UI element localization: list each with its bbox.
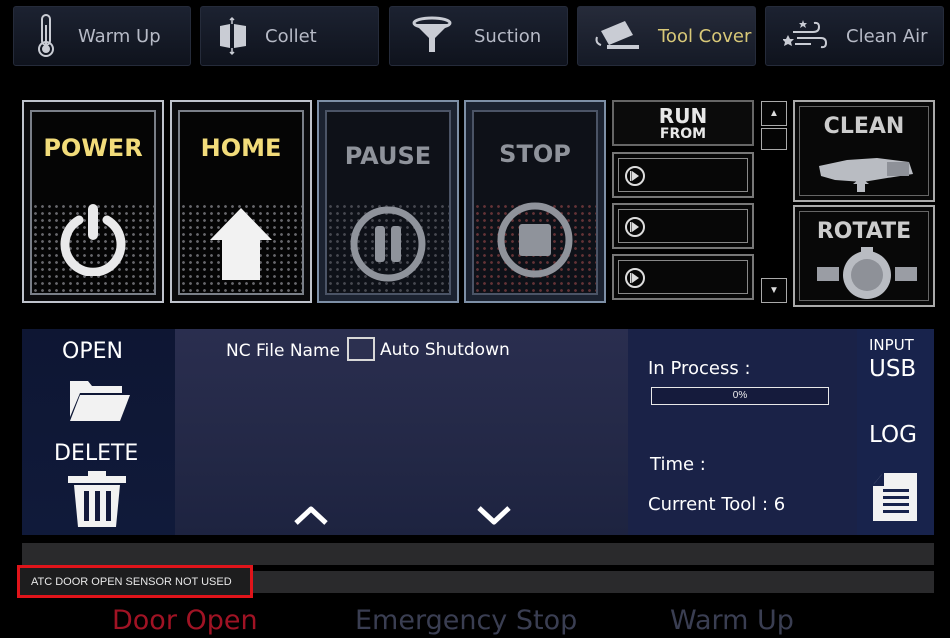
run-from-slot-1[interactable] bbox=[612, 152, 754, 198]
clean-button-label: CLEAN bbox=[823, 114, 905, 139]
scroll-up-button[interactable]: ▲ bbox=[761, 101, 787, 126]
play-circle-icon bbox=[625, 166, 645, 186]
power-icon bbox=[32, 200, 154, 276]
collet-icon bbox=[201, 6, 265, 66]
rotate-button[interactable]: ROTATE bbox=[793, 205, 935, 307]
rotate-button-label: ROTATE bbox=[816, 219, 912, 244]
time-label: Time : bbox=[650, 454, 706, 475]
stop-button[interactable]: STOP bbox=[464, 100, 606, 303]
file-actions: OPEN DELETE bbox=[22, 329, 175, 535]
tab-tool-cover[interactable]: Tool Cover bbox=[577, 6, 756, 66]
delete-button[interactable]: DELETE bbox=[54, 441, 138, 466]
auto-shutdown-label: Auto Shutdown bbox=[380, 340, 510, 360]
tool-cover-icon bbox=[578, 6, 658, 66]
scroll-down-button[interactable]: ▼ bbox=[761, 278, 787, 303]
run-from-slot-3[interactable] bbox=[612, 254, 754, 300]
stop-button-label: STOP bbox=[499, 140, 571, 168]
tab-collet-label: Collet bbox=[265, 25, 317, 47]
home-button-label: HOME bbox=[200, 134, 282, 162]
progress-bar: 0% bbox=[651, 387, 829, 405]
trash-icon[interactable] bbox=[68, 471, 126, 527]
play-circle-icon bbox=[625, 217, 645, 237]
auto-shutdown-checkbox[interactable] bbox=[347, 337, 375, 361]
chevron-down-icon[interactable] bbox=[476, 505, 512, 525]
tab-clean-air-label: Clean Air bbox=[846, 25, 928, 47]
open-button[interactable]: OPEN bbox=[62, 339, 123, 364]
chevron-up-icon[interactable] bbox=[293, 505, 329, 525]
clean-air-icon bbox=[766, 6, 846, 66]
tab-warm-up[interactable]: Warm Up bbox=[13, 6, 191, 66]
input-label: INPUT bbox=[869, 336, 914, 354]
tab-clean-air[interactable]: Clean Air bbox=[765, 6, 944, 66]
progress-text: 0% bbox=[732, 390, 748, 401]
tab-warm-up-label: Warm Up bbox=[78, 25, 161, 47]
status-emergency-stop: Emergency Stop bbox=[355, 605, 578, 636]
play-circle-icon bbox=[625, 268, 645, 288]
alert-message: ATC DOOR OPEN SENSOR NOT USED bbox=[17, 565, 253, 598]
document-icon[interactable] bbox=[871, 471, 919, 523]
io-actions: INPUT USB LOG bbox=[857, 329, 934, 535]
tab-collet[interactable]: Collet bbox=[200, 6, 379, 66]
funnel-icon bbox=[390, 6, 474, 66]
process-info: In Process : 0% Time : Current Tool : 6 bbox=[628, 329, 857, 535]
tab-suction[interactable]: Suction bbox=[389, 6, 568, 66]
log-button[interactable]: LOG bbox=[869, 422, 917, 448]
tab-tool-cover-label: Tool Cover bbox=[658, 25, 752, 47]
status-warm-up: Warm Up bbox=[670, 605, 794, 636]
alert-message-text: ATC DOOR OPEN SENSOR NOT USED bbox=[31, 576, 232, 588]
pause-button-label: PAUSE bbox=[344, 142, 432, 170]
power-button-label: POWER bbox=[43, 134, 143, 162]
status-door-open: Door Open bbox=[112, 605, 258, 636]
nc-file-name-label: NC File Name bbox=[226, 341, 340, 361]
message-bar-1 bbox=[22, 543, 934, 565]
in-process-label: In Process : bbox=[648, 358, 751, 379]
usb-button[interactable]: USB bbox=[869, 356, 916, 382]
nc-file-list[interactable]: NC File Name Auto Shutdown bbox=[175, 329, 628, 535]
rotate-spindle-icon bbox=[817, 247, 917, 299]
home-button[interactable]: HOME bbox=[170, 100, 312, 303]
clean-spindle-icon bbox=[819, 158, 913, 192]
current-tool-label: Current Tool : 6 bbox=[648, 494, 786, 515]
run-from-slot-2[interactable] bbox=[612, 203, 754, 249]
folder-open-icon[interactable] bbox=[68, 377, 130, 423]
clean-button[interactable]: CLEAN bbox=[793, 100, 935, 202]
home-icon bbox=[180, 204, 302, 284]
thermometer-icon bbox=[14, 6, 78, 66]
pause-button[interactable]: PAUSE bbox=[317, 100, 459, 303]
tab-suction-label: Suction bbox=[474, 25, 542, 47]
pause-icon bbox=[327, 204, 449, 284]
run-from-button[interactable]: RUN FROM bbox=[612, 100, 754, 146]
power-button[interactable]: POWER bbox=[22, 100, 164, 303]
scroll-track[interactable] bbox=[761, 128, 787, 150]
run-from-line2: FROM bbox=[659, 126, 707, 142]
stop-icon bbox=[474, 200, 596, 280]
run-from-line1: RUN bbox=[658, 104, 708, 128]
